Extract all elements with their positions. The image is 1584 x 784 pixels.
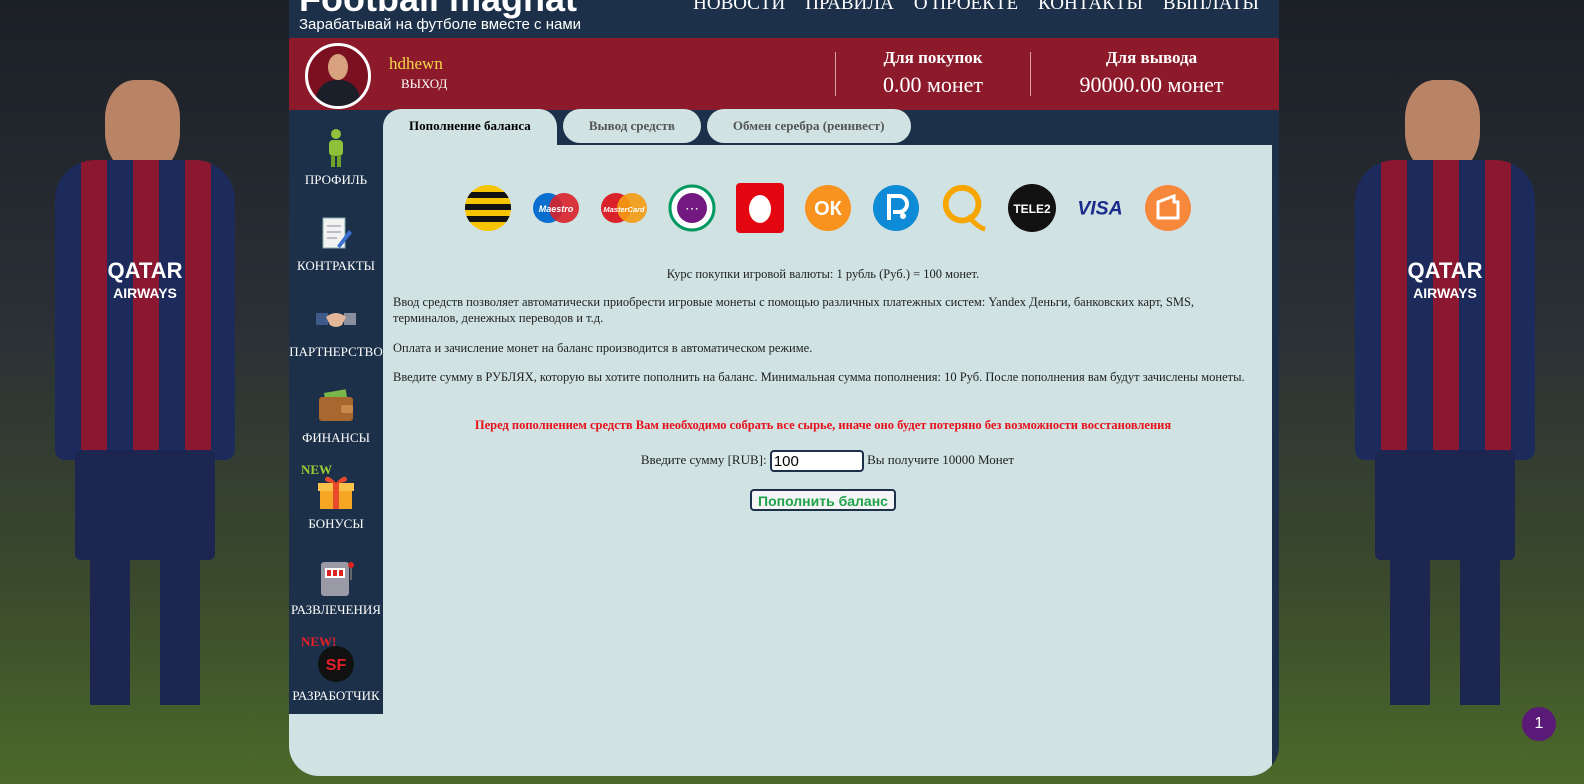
sidebar-item-label: ПАРТНЕРСТВО bbox=[289, 344, 383, 359]
sidebar-item-label: КОНТРАКТЫ bbox=[297, 258, 375, 273]
sidebar-item-label: ФИНАНСЫ bbox=[302, 430, 370, 445]
maestro-label: Maestro bbox=[539, 204, 574, 214]
tab-deposit[interactable]: Пополнение баланса bbox=[383, 109, 557, 145]
odnoklassniki-icon[interactable]: ОК bbox=[803, 183, 853, 233]
deposit-description: Ввод средств позволяет автоматически при… bbox=[393, 295, 1195, 325]
mastercard-icon[interactable]: MasterCard bbox=[599, 183, 649, 233]
background-player-left: QATAR AIRWAYS bbox=[20, 40, 270, 760]
mastercard-label: MasterCard bbox=[603, 205, 645, 214]
amount-instructions: Введите сумму в РУБЛЯХ, которую вы хотит… bbox=[393, 370, 1245, 384]
avatar[interactable] bbox=[305, 43, 371, 109]
exchange-rate-text: Курс покупки игровой валюты: 1 рубль (Ру… bbox=[666, 267, 980, 281]
withdraw-balance-title: Для вывода bbox=[1105, 48, 1198, 67]
sidebar-item-label: РАЗВЛЕЧЕНИЯ bbox=[291, 602, 381, 617]
tab-withdraw[interactable]: Вывод средств bbox=[562, 109, 701, 143]
sidebar-item-partnership[interactable]: ПАРТНЕРСТВО bbox=[289, 300, 383, 360]
nav-payouts[interactable]: ВЫПЛАТЫ bbox=[1163, 0, 1259, 15]
yandex-money-icon[interactable] bbox=[1143, 183, 1193, 233]
nav-about[interactable]: О ПРОЕКТЕ bbox=[914, 0, 1018, 15]
gift-icon bbox=[316, 472, 356, 512]
payment-methods: Maestro MasterCard ⋯ ОК TELE2 VISA bbox=[463, 183, 1193, 233]
slot-machine-icon bbox=[316, 558, 356, 598]
document-icon bbox=[316, 214, 356, 254]
nav-rules[interactable]: ПРАВИЛА bbox=[805, 0, 894, 15]
warning-text: Перед пополнением средств Вам необходимо… bbox=[474, 418, 1172, 432]
payeer-icon[interactable] bbox=[871, 183, 921, 233]
user-bar: hdhewn ВЫХОД Для покупок 0.00 монет Для … bbox=[289, 38, 1279, 110]
sidebar-item-entertainment[interactable]: РАЗВЛЕЧЕНИЯ bbox=[289, 558, 383, 618]
sidebar-item-profile[interactable]: ПРОФИЛЬ bbox=[289, 128, 383, 188]
tele2-label: TELE2 bbox=[1013, 202, 1051, 216]
top-header: Football magnat Зарабатывай на футболе в… bbox=[289, 0, 1279, 38]
sidebar-item-finance[interactable]: ФИНАНСЫ bbox=[289, 386, 383, 446]
main-nav: НОВОСТИ ПРАВИЛА О ПРОЕКТЕ КОНТАКТЫ ВЫПЛА… bbox=[693, 0, 1259, 15]
username[interactable]: hdhewn bbox=[389, 54, 443, 74]
deposit-panel: Maestro MasterCard ⋯ ОК TELE2 VISA Курс … bbox=[383, 145, 1272, 776]
withdraw-balance: Для вывода 90000.00 монет bbox=[1059, 48, 1244, 98]
nav-news[interactable]: НОВОСТИ bbox=[693, 0, 785, 15]
receive-text: Вы получите 10000 Монет bbox=[867, 451, 1015, 467]
sidebar-item-label: БОНУСЫ bbox=[308, 516, 364, 531]
sidebar-item-label: РАЗРАБОТЧИК bbox=[292, 688, 380, 703]
qiwi-icon[interactable] bbox=[939, 183, 989, 233]
site-container: Football magnat Зарабатывай на футболе в… bbox=[289, 0, 1279, 776]
purchase-balance-value: 0.00 монет bbox=[882, 72, 984, 97]
content-bottom-left bbox=[289, 714, 383, 776]
balance-tabs: Пополнение баланса Вывод средств Обмен с… bbox=[383, 109, 911, 145]
shirt-sponsor-text-right: QATAR AIRWAYS bbox=[1407, 258, 1483, 302]
nav-contacts[interactable]: КОНТАКТЫ bbox=[1038, 0, 1143, 15]
sidebar-item-bonuses[interactable]: БОНУСЫ bbox=[289, 472, 383, 532]
visa-label: VISA bbox=[1077, 197, 1122, 219]
auto-mode-text: Оплата и зачисление монет на баланс прои… bbox=[393, 341, 813, 355]
sidebar-item-contracts[interactable]: КОНТРАКТЫ bbox=[289, 214, 383, 274]
maestro-icon[interactable]: Maestro bbox=[531, 183, 581, 233]
wallet-icon bbox=[316, 386, 356, 426]
person-icon bbox=[316, 128, 356, 168]
shirt-sponsor-text: QATAR AIRWAYS bbox=[107, 258, 183, 302]
megafon-icon[interactable]: ⋯ bbox=[667, 183, 717, 233]
ok-label: ОК bbox=[814, 198, 843, 220]
sidebar: ПРОФИЛЬ КОНТРАКТЫ ПАРТНЕРСТВО ФИНАНСЫ NE… bbox=[289, 110, 383, 714]
svg-text:⋯: ⋯ bbox=[685, 202, 699, 217]
purchase-balance: Для покупок 0.00 монет bbox=[849, 48, 1017, 98]
sidebar-item-developer[interactable]: SF РАЗРАБОТЧИК bbox=[289, 644, 383, 704]
site-tagline: Зарабатывай на футболе вместе с нами bbox=[299, 16, 582, 33]
background-player-right: QATAR AIRWAYS bbox=[1320, 40, 1570, 760]
sidebar-item-label: ПРОФИЛЬ bbox=[304, 172, 368, 187]
purchase-balance-title: Для покупок bbox=[883, 48, 983, 67]
logout-link[interactable]: ВЫХОД bbox=[401, 76, 447, 92]
withdraw-balance-value: 90000.00 монет bbox=[1079, 72, 1224, 97]
visa-icon[interactable]: VISA bbox=[1075, 183, 1125, 233]
developer-logo-icon: SF bbox=[316, 644, 356, 684]
developer-logo-text: SF bbox=[326, 657, 347, 674]
tele2-icon[interactable]: TELE2 bbox=[1007, 183, 1057, 233]
chat-badge[interactable]: 1 bbox=[1522, 707, 1556, 741]
submit-deposit-button[interactable]: Пополнить баланс bbox=[750, 489, 896, 511]
mts-icon[interactable] bbox=[735, 183, 785, 233]
beeline-icon[interactable] bbox=[463, 183, 513, 233]
amount-row: Введите сумму [RUB]: Вы получите 10000 М… bbox=[383, 450, 1272, 472]
amount-label: Введите сумму [RUB]: bbox=[640, 451, 767, 467]
divider bbox=[1030, 52, 1031, 96]
amount-input[interactable] bbox=[769, 450, 864, 472]
divider bbox=[835, 52, 836, 96]
tab-exchange[interactable]: Обмен серебра (реинвест) bbox=[706, 109, 911, 143]
handshake-icon bbox=[316, 300, 356, 340]
